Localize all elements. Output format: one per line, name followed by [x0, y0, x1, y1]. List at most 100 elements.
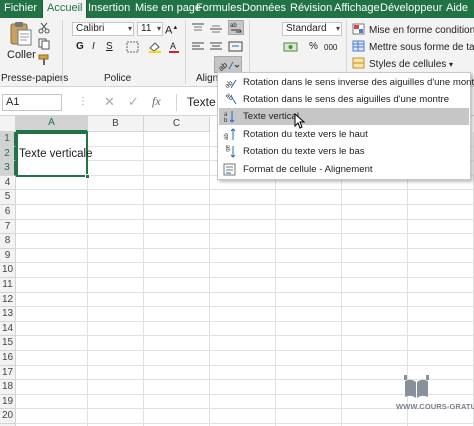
- row-header-15[interactable]: 15: [0, 336, 16, 351]
- rotate-clockwise-icon: ab: [224, 93, 237, 105]
- fill-handle[interactable]: [85, 174, 90, 179]
- underline-button[interactable]: S: [106, 40, 113, 54]
- watermark-text: WWW.COURS-GRATUIT.COM: [396, 402, 474, 411]
- menu-item-rotate-down[interactable]: ab Rotation du texte vers le bas: [219, 143, 469, 160]
- cell-styles-button[interactable]: Styles de cellules ▾: [352, 57, 453, 72]
- wrap-text-button[interactable]: ab: [228, 20, 244, 35]
- watermark: WWW.COURS-GRATUIT.COM: [396, 374, 474, 422]
- menu-item-rotate-counterclockwise[interactable]: ab Rotation dans le sens inverse des aig…: [219, 74, 474, 91]
- row-header-7[interactable]: 7: [0, 219, 16, 235]
- fill-color-icon[interactable]: [148, 41, 162, 53]
- row-header-17[interactable]: 17: [0, 365, 16, 381]
- column-header-a[interactable]: A: [16, 116, 88, 132]
- menu-item-label: Texte vertical: [243, 111, 299, 122]
- format-as-table-label: Mettre sous forme de tablea: [369, 42, 474, 53]
- chevron-down-icon: ▾: [156, 24, 161, 33]
- font-name-select[interactable]: Calibri ▾: [72, 22, 134, 36]
- format-cells-icon: [223, 163, 236, 176]
- font-size-value: 11: [141, 23, 152, 34]
- selected-cell-a1[interactable]: Texte verticale: [16, 132, 93, 179]
- row-header-10[interactable]: 10: [0, 263, 16, 278]
- currency-icon[interactable]: [283, 40, 299, 54]
- align-center-icon[interactable]: [209, 40, 223, 54]
- row-header-8[interactable]: 8: [0, 234, 16, 249]
- format-as-table-button[interactable]: Mettre sous forme de tablea: [352, 40, 474, 55]
- bold-button[interactable]: G: [76, 40, 84, 54]
- row-header-20[interactable]: 20: [0, 409, 16, 424]
- tab-accueil[interactable]: Accueil: [42, 0, 88, 18]
- select-all-corner[interactable]: [0, 116, 16, 132]
- row-header-16[interactable]: 16: [0, 351, 16, 366]
- row-header-5[interactable]: 5: [0, 190, 16, 205]
- insert-function-icon[interactable]: fx: [152, 94, 161, 109]
- copy-icon[interactable]: [38, 38, 50, 50]
- row-header-4[interactable]: 4: [0, 175, 16, 191]
- merge-center-icon[interactable]: [228, 40, 244, 54]
- svg-text:ab: ab: [224, 93, 235, 102]
- tab-insertion[interactable]: Insertion: [88, 0, 130, 18]
- menu-item-rotate-clockwise[interactable]: ab Rotation dans le sens des aiguilles d…: [219, 91, 469, 108]
- clipboard-icon: [10, 22, 32, 46]
- tab-aide[interactable]: Aide: [446, 0, 468, 18]
- conditional-formatting-icon: [352, 23, 365, 35]
- row-header-1[interactable]: 1: [0, 132, 16, 147]
- cut-icon[interactable]: [38, 22, 50, 34]
- percent-button[interactable]: %: [309, 40, 318, 54]
- row-gridline: [16, 277, 474, 278]
- column-header-c[interactable]: C: [144, 116, 210, 132]
- rotate-text-up-icon: ab: [224, 128, 236, 140]
- row-gridline: [16, 350, 474, 351]
- italic-button[interactable]: I: [92, 40, 95, 54]
- menu-item-format-cells-alignment[interactable]: Format de cellule - Alignement: [219, 161, 469, 178]
- tab-revision[interactable]: Révision: [290, 0, 332, 18]
- tab-affichage[interactable]: Affichage: [334, 0, 380, 18]
- conditional-formatting-button[interactable]: Mise en forme conditionnell: [352, 23, 474, 38]
- font-color-icon[interactable]: A: [168, 41, 180, 53]
- enter-icon[interactable]: ✓: [128, 94, 139, 110]
- paste-label: Coller: [7, 49, 36, 61]
- row-header-11[interactable]: 11: [0, 278, 16, 293]
- row-gridline: [16, 423, 474, 424]
- number-format-select[interactable]: Standard ▾: [282, 22, 342, 36]
- name-box[interactable]: A1: [2, 94, 62, 111]
- group-separator: [62, 20, 63, 84]
- align-left-icon[interactable]: [191, 40, 205, 54]
- row-header-18[interactable]: 18: [0, 380, 16, 395]
- tab-donnees[interactable]: Données: [242, 0, 286, 18]
- tab-mise-en-page[interactable]: Mise en page: [135, 0, 201, 18]
- menu-item-label: Rotation du texte vers le bas: [243, 146, 365, 157]
- column-header-b[interactable]: B: [88, 116, 144, 132]
- tab-formules[interactable]: Formules: [196, 0, 242, 18]
- row-gridline: [16, 233, 474, 235]
- menu-item-rotate-up[interactable]: ab Rotation du texte vers le haut: [219, 126, 469, 143]
- cancel-icon[interactable]: ✕: [104, 94, 115, 110]
- thousands-button[interactable]: 000: [324, 41, 337, 55]
- row-gridline: [16, 291, 474, 293]
- row-header-19[interactable]: 19: [0, 394, 16, 410]
- chevron-down-icon: ▾: [449, 60, 454, 69]
- row-header-14[interactable]: 14: [0, 321, 16, 337]
- row-header-2[interactable]: 2: [0, 146, 16, 162]
- orientation-button[interactable]: ab: [214, 56, 242, 73]
- borders-icon[interactable]: [126, 41, 140, 53]
- row-header-6[interactable]: 6: [0, 205, 16, 220]
- tab-developpeur[interactable]: Développeur: [380, 0, 442, 18]
- paste-button[interactable]: Coller: [6, 21, 36, 61]
- tab-fichier[interactable]: Fichier: [4, 0, 37, 18]
- font-size-select[interactable]: 11 ▾: [137, 22, 163, 36]
- row-header-9[interactable]: 9: [0, 248, 16, 264]
- chevron-down-icon: ▾: [335, 24, 340, 33]
- row-gridline: [16, 306, 474, 308]
- align-middle-icon[interactable]: [209, 22, 223, 36]
- column-gridline: [143, 132, 144, 426]
- svg-text:b: b: [224, 118, 228, 123]
- align-top-icon[interactable]: [191, 22, 205, 36]
- row-header-13[interactable]: 13: [0, 307, 16, 322]
- menu-item-vertical-text[interactable]: ab Texte vertical: [219, 108, 469, 125]
- menu-item-label: Rotation dans le sens inverse des aiguil…: [243, 77, 474, 88]
- row-header-3[interactable]: 3: [0, 161, 16, 176]
- format-painter-icon[interactable]: [38, 54, 50, 66]
- row-header-12[interactable]: 12: [0, 292, 16, 308]
- row-gridline: [16, 204, 474, 205]
- grow-font-button[interactable]: A▲: [165, 21, 178, 38]
